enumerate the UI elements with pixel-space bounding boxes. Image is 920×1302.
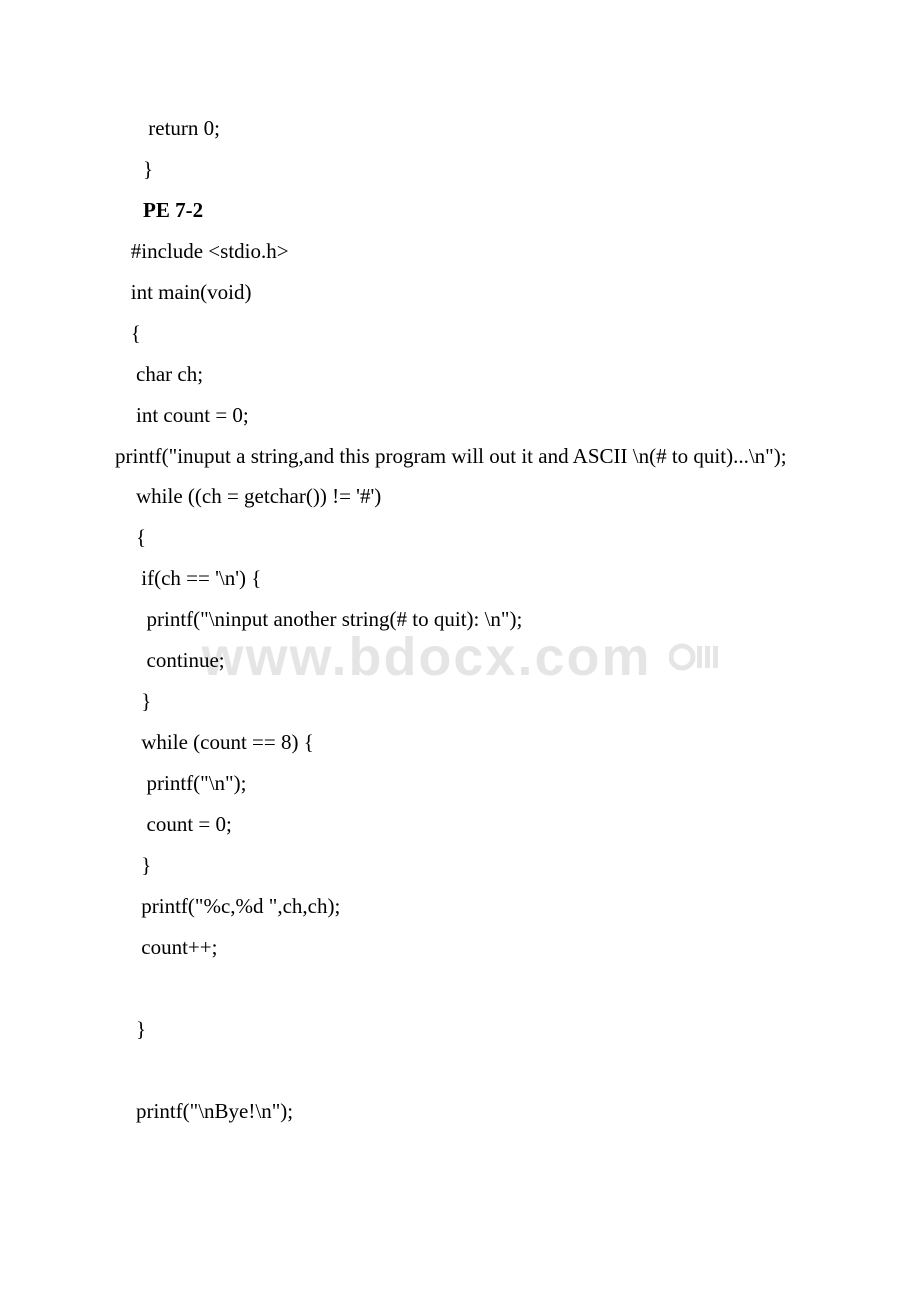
code-line: int main(void) <box>115 272 805 313</box>
code-line: printf("\ninput another string(# to quit… <box>115 599 805 640</box>
code-line: } <box>115 681 805 722</box>
code-line: count++; <box>115 927 805 968</box>
code-line <box>115 968 805 1009</box>
code-document: return 0;}PE 7-2 #include <stdio.h> int … <box>115 108 805 1131</box>
code-line <box>115 1050 805 1091</box>
code-line: return 0; <box>115 108 805 149</box>
code-line: printf("inuput a string,and this program… <box>115 436 805 477</box>
code-line: } <box>115 149 805 190</box>
code-line: char ch; <box>115 354 805 395</box>
code-line: while (count == 8) { <box>115 722 805 763</box>
code-line: printf("\n"); <box>115 763 805 804</box>
code-line: { <box>115 313 805 354</box>
code-line: } <box>115 845 805 886</box>
code-line: while ((ch = getchar()) != '#') <box>115 476 805 517</box>
code-line: count = 0; <box>115 804 805 845</box>
code-line: continue; <box>115 640 805 681</box>
code-line: { <box>115 517 805 558</box>
code-line: } <box>115 1009 805 1050</box>
code-line: #include <stdio.h> <box>115 231 805 272</box>
code-line: printf("%c,%d ",ch,ch); <box>115 886 805 927</box>
code-line: int count = 0; <box>115 395 805 436</box>
code-line: printf("\nBye!\n"); <box>115 1091 805 1132</box>
code-line: if(ch == '\n') { <box>115 558 805 599</box>
code-line: PE 7-2 <box>115 190 805 231</box>
